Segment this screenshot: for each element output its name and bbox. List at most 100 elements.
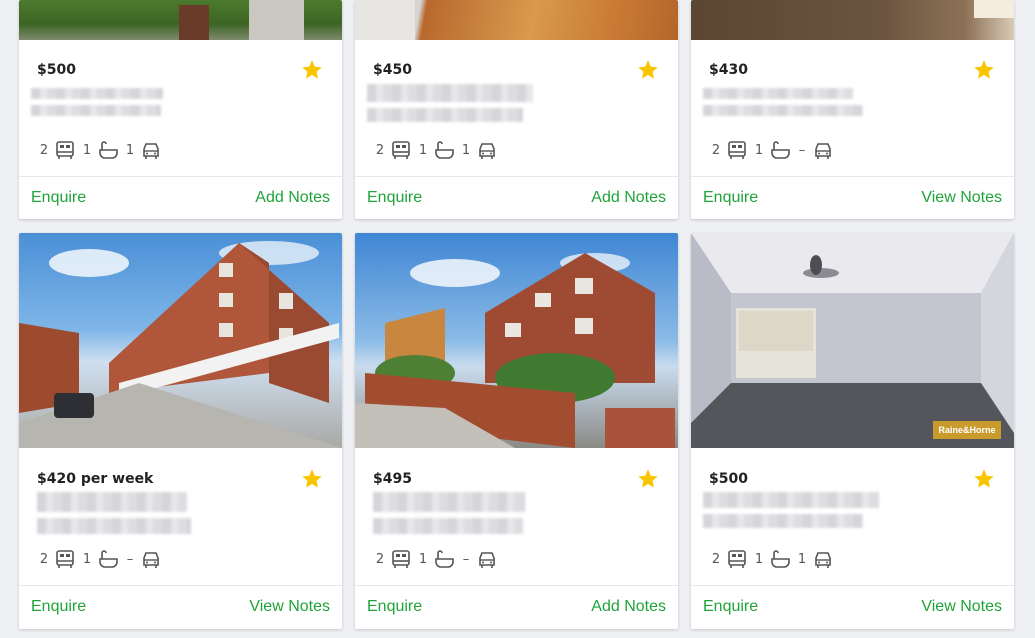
cars-count: 1 xyxy=(461,142,471,158)
cars-count: 1 xyxy=(797,551,807,567)
photo-scene-art xyxy=(691,233,1014,448)
listing-actions: Enquire View Notes xyxy=(691,585,1014,628)
listing-price: $500 xyxy=(709,471,748,487)
bath-icon xyxy=(435,141,454,159)
bath-icon xyxy=(435,550,454,568)
listing-actions: Enquire View Notes xyxy=(691,176,1014,219)
beds-count: 2 xyxy=(375,142,385,158)
cars-count: – xyxy=(462,551,470,567)
car-icon xyxy=(815,143,831,159)
listing-features: 2 1 1 xyxy=(39,140,165,160)
listing-price: $500 xyxy=(37,62,76,78)
listing-features: 2 1 – xyxy=(711,140,837,160)
listing-price: $420 per week xyxy=(37,471,154,487)
listing-photo[interactable] xyxy=(355,233,678,448)
listing-price: $495 xyxy=(373,471,412,487)
listing-features: 2 1 – xyxy=(375,549,501,569)
baths-count: 1 xyxy=(754,551,764,567)
cars-count: – xyxy=(126,551,134,567)
listing-card[interactable]: $420 per week 2 1 – Enquire View Notes xyxy=(19,233,342,629)
notes-link[interactable]: View Notes xyxy=(921,598,1002,616)
favorite-star-icon[interactable] xyxy=(301,59,323,81)
notes-link[interactable]: Add Notes xyxy=(255,189,330,207)
favorite-star-icon[interactable] xyxy=(973,468,995,490)
cars-count: 1 xyxy=(125,142,135,158)
listing-photo[interactable] xyxy=(355,0,678,40)
listing-card[interactable]: $450 2 1 1 Enquire Add Notes xyxy=(355,0,678,219)
enquire-link[interactable]: Enquire xyxy=(31,189,86,207)
listing-info: $500 2 1 1 xyxy=(691,448,1014,586)
listing-photo[interactable] xyxy=(19,0,342,40)
listing-actions: Enquire Add Notes xyxy=(19,176,342,219)
address-redacted xyxy=(703,88,863,122)
photo-scene-art xyxy=(19,241,342,448)
enquire-link[interactable]: Enquire xyxy=(367,598,422,616)
listing-features: 2 1 1 xyxy=(375,140,501,160)
listing-actions: Enquire Add Notes xyxy=(355,176,678,219)
address-redacted xyxy=(367,84,533,128)
agency-watermark: Raine&Horne xyxy=(933,421,1001,439)
address-redacted xyxy=(31,88,163,122)
baths-count: 1 xyxy=(418,551,428,567)
bath-icon xyxy=(99,141,118,159)
favorite-star-icon[interactable] xyxy=(637,59,659,81)
bath-icon xyxy=(771,550,790,568)
car-icon xyxy=(815,552,831,568)
photo-scene-art xyxy=(355,253,675,448)
cars-count: – xyxy=(798,142,806,158)
address-redacted xyxy=(703,492,879,534)
enquire-link[interactable]: Enquire xyxy=(367,189,422,207)
beds-count: 2 xyxy=(375,551,385,567)
notes-link[interactable]: Add Notes xyxy=(591,598,666,616)
beds-count: 2 xyxy=(39,142,49,158)
baths-count: 1 xyxy=(754,142,764,158)
address-redacted xyxy=(373,492,525,540)
listing-photo[interactable]: Raine&Horne xyxy=(691,233,1014,448)
listing-card[interactable]: $500 2 1 1 Enquire Add Notes xyxy=(19,0,342,219)
baths-count: 1 xyxy=(82,142,92,158)
bed-icon xyxy=(392,141,410,159)
baths-count: 1 xyxy=(418,142,428,158)
car-icon xyxy=(143,143,159,159)
car-icon xyxy=(479,143,495,159)
listing-info: $420 per week 2 1 – xyxy=(19,448,342,586)
listing-photo[interactable] xyxy=(19,233,342,448)
notes-link[interactable]: View Notes xyxy=(249,598,330,616)
beds-count: 2 xyxy=(711,551,721,567)
enquire-link[interactable]: Enquire xyxy=(703,189,758,207)
address-redacted xyxy=(37,492,191,540)
notes-link[interactable]: Add Notes xyxy=(591,189,666,207)
listing-info: $495 2 1 – xyxy=(355,448,678,586)
notes-link[interactable]: View Notes xyxy=(921,189,1002,207)
listing-price: $430 xyxy=(709,62,748,78)
bed-icon xyxy=(56,550,74,568)
listing-card[interactable]: $430 2 1 – Enquire View Notes xyxy=(691,0,1014,219)
bed-icon xyxy=(392,550,410,568)
beds-count: 2 xyxy=(711,142,721,158)
bed-icon xyxy=(728,550,746,568)
favorite-star-icon[interactable] xyxy=(637,468,659,490)
baths-count: 1 xyxy=(82,551,92,567)
listing-info: $450 2 1 1 xyxy=(355,40,678,176)
listing-photo[interactable] xyxy=(691,0,1014,40)
listing-price: $450 xyxy=(373,62,412,78)
beds-count: 2 xyxy=(39,551,49,567)
favorite-star-icon[interactable] xyxy=(973,59,995,81)
bed-icon xyxy=(728,141,746,159)
listing-actions: Enquire Add Notes xyxy=(355,585,678,628)
listing-actions: Enquire View Notes xyxy=(19,585,342,628)
enquire-link[interactable]: Enquire xyxy=(31,598,86,616)
bath-icon xyxy=(771,141,790,159)
listing-card[interactable]: Raine&Horne $500 2 1 1 Enquire View Note… xyxy=(691,233,1014,629)
listing-card[interactable]: $495 2 1 – Enquire Add Notes xyxy=(355,233,678,629)
listing-info: $430 2 1 – xyxy=(691,40,1014,176)
car-icon xyxy=(479,552,495,568)
bath-icon xyxy=(99,550,118,568)
listing-features: 2 1 1 xyxy=(711,549,837,569)
listing-info: $500 2 1 1 xyxy=(19,40,342,176)
enquire-link[interactable]: Enquire xyxy=(703,598,758,616)
listing-features: 2 1 – xyxy=(39,549,165,569)
bed-icon xyxy=(56,141,74,159)
car-icon xyxy=(143,552,159,568)
favorite-star-icon[interactable] xyxy=(301,468,323,490)
